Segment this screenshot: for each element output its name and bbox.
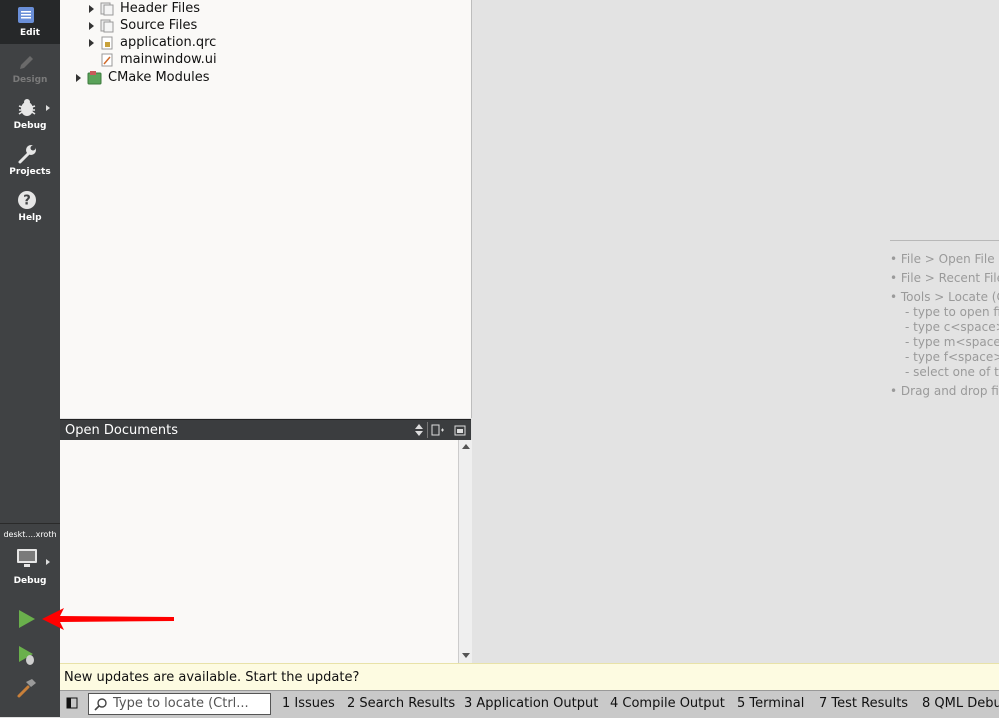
header-divider [427, 422, 428, 438]
build-hammer-icon[interactable] [16, 677, 38, 699]
locator-placeholder: Type to locate (Ctrl... [113, 696, 249, 711]
debug-run-icon[interactable] [16, 644, 38, 666]
editor-area: • File > Open File or • File > Recent Fi… [472, 0, 999, 663]
mode-projects[interactable]: Projects [0, 140, 60, 184]
update-message[interactable]: New updates are available. Start the upd… [64, 670, 359, 685]
hint-line: - select one of th [905, 365, 999, 379]
design-pencil-icon [20, 56, 33, 69]
help-icon: ? [18, 191, 36, 209]
toggle-sidebar-icon[interactable] [66, 697, 78, 709]
hint-line: - type m<space> [905, 335, 999, 349]
pane-compile-output[interactable]: 4 Compile Output [610, 696, 725, 711]
hint-line: • Drag and drop file [890, 384, 999, 398]
monitor-icon [17, 549, 37, 567]
run-icon[interactable] [16, 608, 38, 630]
bug-icon [18, 99, 36, 116]
scroll-up-icon[interactable] [462, 444, 470, 449]
update-notification-bar[interactable]: New updates are available. Start the upd… [60, 663, 999, 691]
svg-text:?: ? [23, 194, 31, 209]
resource-file-icon [101, 36, 113, 50]
edit-icon [18, 7, 34, 23]
kit-name: deskt....xroth [3, 530, 57, 539]
expand-arrow-icon[interactable] [89, 39, 94, 47]
pane-issues[interactable]: 1 Issues [282, 696, 335, 711]
tree-item-label: application.qrc [120, 35, 217, 50]
debug-submenu-arrow [46, 105, 50, 111]
wrench-icon [18, 145, 36, 164]
kit-submenu-arrow [46, 559, 50, 565]
expand-arrow-icon[interactable] [76, 74, 81, 82]
open-documents-header: Open Documents [60, 419, 471, 441]
hint-line: - type c<space> [905, 320, 999, 334]
pane-test-results[interactable]: 7 Test Results [819, 696, 908, 711]
hint-line: • Tools > Locate (Ct [890, 290, 999, 304]
mode-edit-label: Edit [20, 28, 40, 38]
mode-help[interactable]: ? Help [0, 186, 60, 230]
hint-line: • File > Open File or [890, 252, 999, 266]
mode-design-label: Design [12, 75, 48, 85]
output-pane-bar: Type to locate (Ctrl... 1 Issues 2 Searc… [60, 690, 999, 718]
project-tree: Header Files Source Files application.qr… [60, 0, 472, 418]
tree-item-label: Header Files [120, 1, 200, 16]
sort-arrows-icon[interactable] [414, 423, 424, 437]
pane-application-output[interactable]: 3 Application Output [464, 696, 598, 711]
split-pane-icon[interactable] [431, 423, 445, 437]
build-config-label: Debug [13, 576, 47, 586]
open-documents-title: Open Documents [65, 423, 178, 438]
pane-search-results[interactable]: 2 Search Results [347, 696, 455, 711]
expand-arrow-icon[interactable] [89, 22, 94, 30]
locator-input[interactable]: Type to locate (Ctrl... [88, 693, 271, 715]
mode-edit[interactable]: Edit [0, 0, 60, 44]
close-pane-icon[interactable] [454, 425, 466, 437]
kit-selector[interactable]: Debug [0, 544, 60, 588]
tree-item-label: CMake Modules [108, 70, 210, 85]
scroll-down-icon[interactable] [462, 653, 470, 658]
hint-line: - type to open fil [905, 305, 999, 319]
expand-arrow-icon[interactable] [89, 5, 94, 13]
search-icon [94, 698, 107, 711]
tree-item-label: mainwindow.ui [120, 52, 217, 67]
folder-icon [100, 19, 114, 33]
open-documents-scrollbar[interactable] [458, 440, 472, 663]
mode-debug[interactable]: Debug [0, 94, 60, 138]
pane-terminal[interactable]: 5 Terminal [737, 696, 804, 711]
tree-item-label: Source Files [120, 18, 198, 33]
mode-help-label: Help [18, 213, 42, 223]
hint-line: • File > Recent Files [890, 271, 999, 285]
cmake-folder-icon [87, 71, 102, 85]
mode-debug-label: Debug [13, 121, 47, 131]
pane-qml-debugger[interactable]: 8 QML Debu [922, 696, 999, 711]
mode-projects-label: Projects [9, 167, 51, 177]
hint-separator [890, 240, 999, 241]
hint-line: - type f<space> [905, 350, 999, 364]
ui-form-file-icon [101, 53, 113, 67]
sidebar-separator [0, 523, 60, 524]
annotation-arrow [42, 608, 174, 630]
mode-design[interactable]: Design [0, 48, 60, 92]
folder-icon [100, 2, 114, 16]
